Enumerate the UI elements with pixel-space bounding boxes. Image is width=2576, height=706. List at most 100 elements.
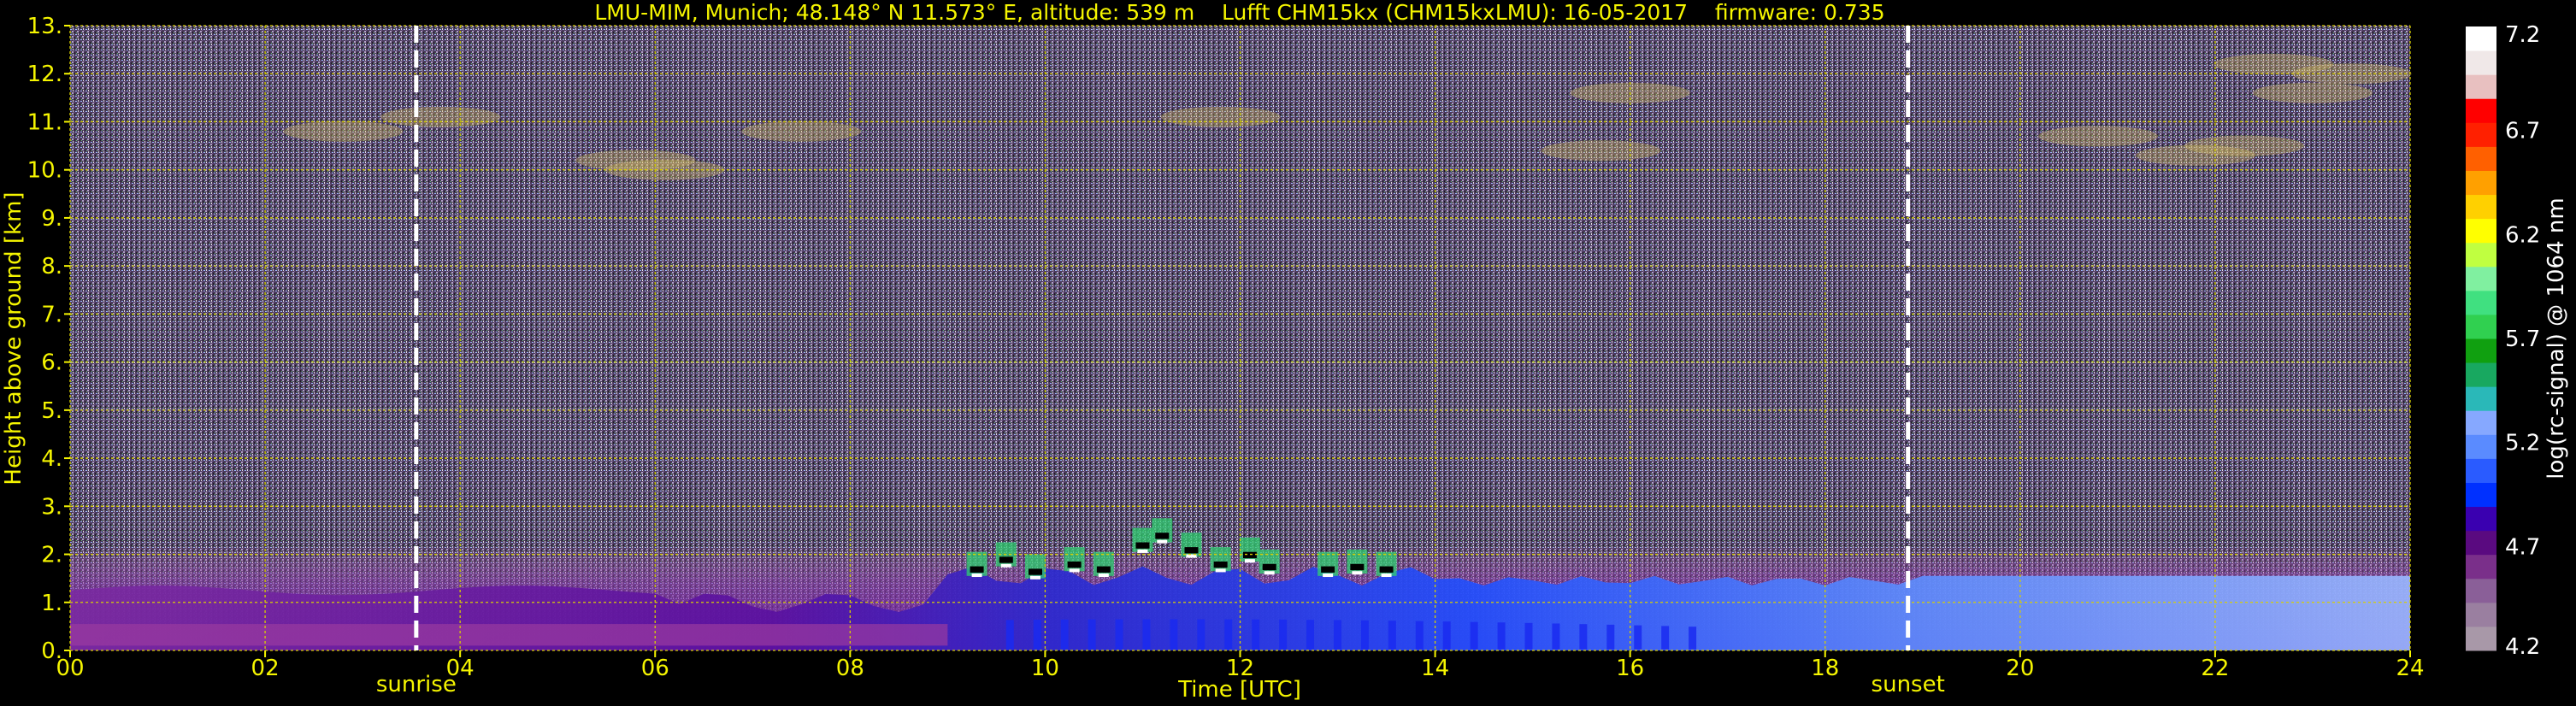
convective-plume bbox=[1388, 621, 1396, 650]
x-tick-label: 16 bbox=[1616, 656, 1644, 681]
colorbar-segment bbox=[2466, 314, 2496, 339]
cloud-base bbox=[1069, 568, 1080, 573]
cirrus-wisp bbox=[2184, 135, 2305, 156]
cloud-base bbox=[1098, 574, 1109, 578]
convective-plume bbox=[1170, 619, 1178, 650]
convective-plume bbox=[1497, 622, 1506, 650]
cloud-base bbox=[1323, 574, 1334, 578]
cirrus-wisp bbox=[741, 121, 862, 142]
cloud-core bbox=[1379, 566, 1394, 573]
convective-plume bbox=[1442, 621, 1451, 650]
colorbar-segment bbox=[2466, 122, 2496, 147]
convective-plume bbox=[1579, 624, 1588, 650]
cloud-core bbox=[1321, 566, 1335, 573]
colorbar-segment bbox=[2466, 266, 2496, 291]
colorbar-segment bbox=[2466, 506, 2496, 532]
cirrus-wisp bbox=[2291, 63, 2412, 85]
colorbar-tick-label: 5.7 bbox=[2505, 327, 2540, 352]
convective-plume bbox=[1252, 619, 1260, 650]
colorbar-segment bbox=[2466, 170, 2496, 196]
cloud-core bbox=[1096, 566, 1111, 573]
cirrus-wisp bbox=[2038, 126, 2159, 147]
colorbar-segment bbox=[2466, 530, 2496, 556]
cloud-base bbox=[1244, 559, 1255, 563]
convective-plume bbox=[1470, 621, 1478, 650]
cloud-core bbox=[1184, 547, 1199, 554]
cloud-core bbox=[1155, 532, 1170, 539]
cloud-core bbox=[1262, 563, 1276, 571]
y-tick-label: 9. bbox=[41, 206, 62, 232]
colorbar-segment bbox=[2466, 554, 2496, 580]
convective-plume bbox=[1224, 619, 1233, 650]
cirrus-wisp bbox=[1541, 140, 1661, 162]
y-tick-label: 6. bbox=[41, 350, 62, 376]
colorbar-segment bbox=[2466, 410, 2496, 435]
cirrus-wisp bbox=[380, 106, 501, 127]
convective-plume bbox=[1088, 619, 1096, 650]
x-tick-label: 04 bbox=[446, 656, 475, 681]
cloud-core bbox=[1350, 563, 1365, 571]
convective-plume bbox=[1060, 619, 1069, 650]
colorbar-segment bbox=[2466, 242, 2496, 268]
x-tick-label: 20 bbox=[2006, 656, 2034, 681]
x-tick-label: 08 bbox=[836, 656, 864, 681]
colorbar-tick-label: 4.2 bbox=[2505, 634, 2540, 660]
colorbar-segment bbox=[2466, 74, 2496, 99]
convective-plume bbox=[1279, 619, 1288, 650]
y-tick-label: 13. bbox=[27, 14, 62, 39]
x-tick-label: 02 bbox=[251, 656, 280, 681]
convective-plume bbox=[1606, 624, 1615, 650]
y-axis-ticks: 0. 1. 2. 3. 4. 5. 6. 7. 8. 9. 10. 11. 12. 13. bbox=[27, 14, 70, 664]
cloud-core bbox=[1242, 551, 1257, 559]
x-tick-label: 22 bbox=[2201, 656, 2229, 681]
x-tick-label: 24 bbox=[2396, 656, 2424, 681]
y-tick-label: 1. bbox=[41, 591, 62, 616]
cloud-base bbox=[1215, 568, 1226, 573]
y-tick-label: 7. bbox=[41, 302, 62, 327]
cloud-core bbox=[1067, 561, 1082, 568]
colorbar-segment bbox=[2466, 194, 2496, 220]
cloud-base bbox=[1137, 549, 1148, 553]
convective-plume bbox=[1306, 620, 1315, 650]
x-tick-label: 14 bbox=[1421, 656, 1449, 681]
y-tick-label: 8. bbox=[41, 254, 62, 279]
convective-plume bbox=[1115, 619, 1123, 650]
cloud-base bbox=[1381, 574, 1392, 578]
colorbar-segment bbox=[2466, 458, 2496, 483]
x-tick-label: 10 bbox=[1031, 656, 1059, 681]
colorbar-segment bbox=[2466, 338, 2496, 363]
cloud-base bbox=[1264, 571, 1275, 575]
colorbar-segment bbox=[2466, 482, 2496, 508]
colorbar-segment bbox=[2466, 50, 2496, 75]
y-tick-label: 4. bbox=[41, 446, 62, 472]
convective-plume bbox=[1033, 620, 1041, 650]
colorbar-label: log(rc-signal) @ 1064 nm bbox=[2544, 197, 2569, 479]
colorbar-segment bbox=[2466, 386, 2496, 411]
colorbar-segment bbox=[2466, 578, 2496, 603]
surface-band bbox=[70, 624, 948, 646]
colorbar-tick-label: 7.2 bbox=[2505, 22, 2540, 48]
convective-plume bbox=[1415, 621, 1424, 650]
convective-plume bbox=[1142, 619, 1151, 650]
ceilometer-figure: sunrise sunset 00 02 04 06 08 10 12 14 16 18 20 22 24… bbox=[1, 0, 2569, 703]
marker-label-sunset: sunset bbox=[1872, 672, 1945, 697]
y-tick-label: 2. bbox=[41, 543, 62, 568]
convective-plume bbox=[1689, 627, 1697, 650]
colorbar-segment bbox=[2466, 146, 2496, 171]
cloud-core bbox=[1029, 568, 1043, 575]
cirrus-wisp bbox=[283, 121, 404, 142]
convective-plume bbox=[1661, 626, 1670, 650]
y-tick-label: 0. bbox=[41, 638, 62, 664]
cirrus-wisp bbox=[1160, 106, 1281, 127]
colorbar-segment bbox=[2466, 434, 2496, 459]
convective-plume bbox=[1552, 623, 1560, 650]
convective-plume bbox=[1333, 620, 1341, 650]
colorbar-tick-label: 5.2 bbox=[2505, 431, 2540, 456]
cloud-base bbox=[1000, 563, 1011, 568]
y-tick-label: 11. bbox=[27, 109, 62, 135]
colorbar-segment bbox=[2466, 98, 2496, 123]
colorbar-segment bbox=[2466, 362, 2496, 387]
chart-title: LMU-MIM, Munich; 48.148° N 11.573° E, al… bbox=[594, 0, 1884, 25]
x-tick-label: 06 bbox=[641, 656, 669, 681]
colorbar-segment bbox=[2466, 26, 2496, 51]
